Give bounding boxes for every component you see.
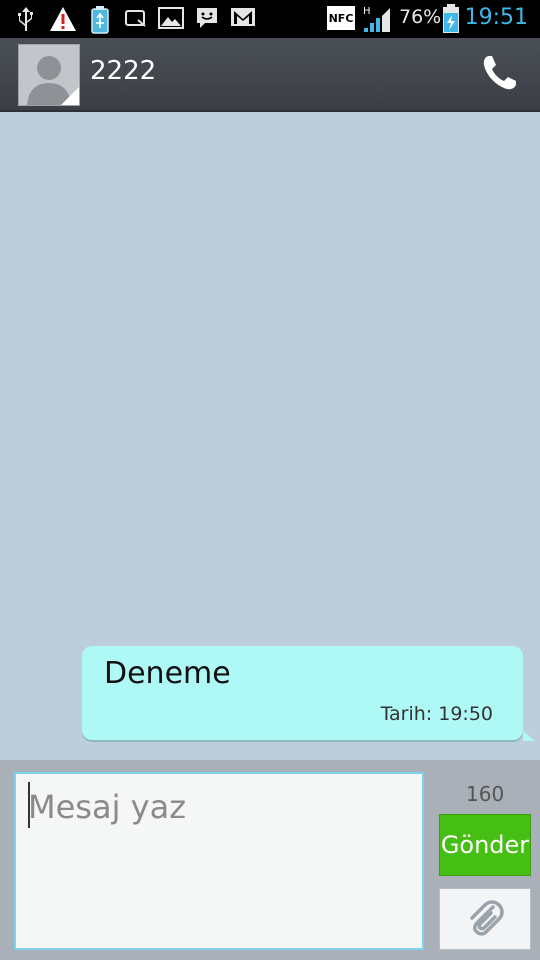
avatar[interactable] [18, 44, 80, 106]
contact-name[interactable]: 2222 [90, 56, 156, 86]
paperclip-icon [470, 900, 504, 936]
message-text: Deneme [104, 656, 231, 691]
status-bar: NFC H 76% 19:51 [0, 0, 540, 38]
gmail-icon [231, 8, 255, 26]
image-icon [158, 7, 184, 29]
clock: 19:51 [464, 5, 528, 30]
compose-bar: Mesaj yaz 160 Gönder [0, 760, 540, 960]
drive-icon [125, 10, 146, 27]
message-bubble[interactable]: Deneme Tarih: 19:50 [82, 646, 535, 741]
message-placeholder: Mesaj yaz [28, 788, 186, 826]
attach-button[interactable] [439, 888, 531, 950]
nfc-icon: NFC [327, 6, 355, 30]
warning-icon [50, 7, 76, 31]
battery-icon [443, 4, 459, 33]
signal-icon: H [363, 6, 390, 32]
sd-card-icon [91, 6, 109, 34]
message-input[interactable]: Mesaj yaz [14, 772, 424, 950]
bubble-tail [523, 731, 535, 741]
send-button[interactable]: Gönder [439, 814, 531, 876]
svg-text:H: H [363, 6, 371, 17]
phone-icon[interactable] [480, 53, 520, 93]
conversation-header: 2222 [0, 38, 540, 112]
contact-silhouette-icon [19, 45, 79, 105]
battery-percentage: 76% [399, 6, 442, 28]
character-counter: 160 [466, 782, 505, 806]
message-timestamp: Tarih: 19:50 [380, 703, 493, 725]
message-thread[interactable]: Deneme Tarih: 19:50 [0, 112, 540, 760]
usb-icon [18, 7, 33, 31]
messenger-icon [197, 8, 217, 28]
